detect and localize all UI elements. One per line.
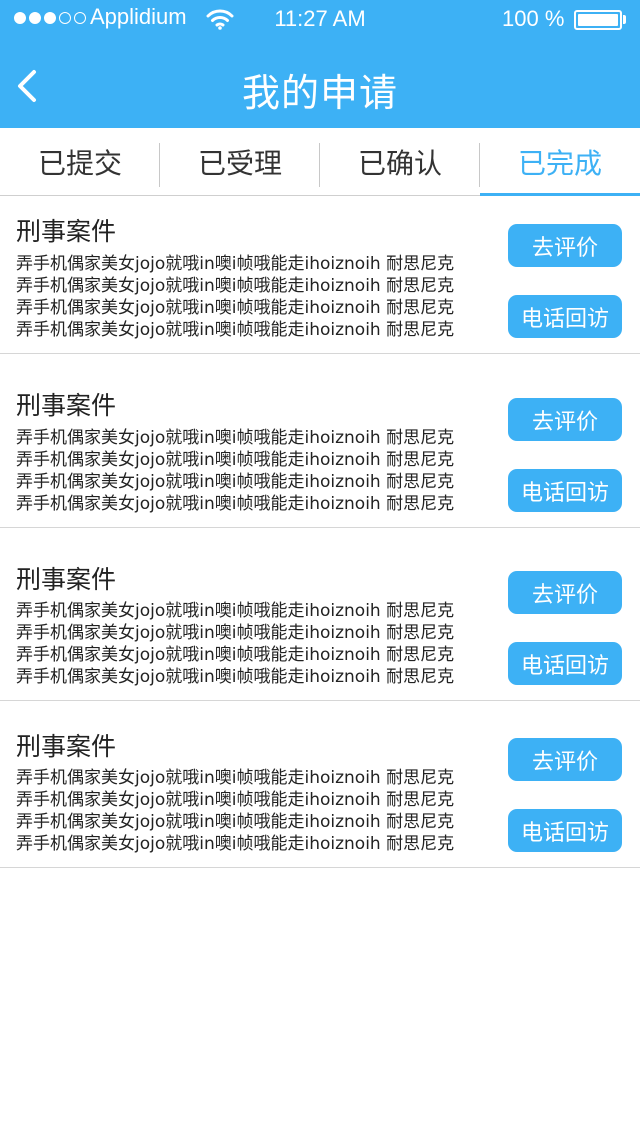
case-title: 刑事案件 [16,732,117,761]
list-item[interactable]: 刑事案件 弄手机偶家美女jojo就哦in噢i帧哦能走ihoiznoih 耐思尼克… [0,528,640,701]
evaluate-button[interactable]: 去评价 [508,571,622,614]
description-line: 弄手机偶家美女jojo就哦in噢i帧哦能走ihoiznoih 耐思尼克 [16,667,455,687]
case-description: 弄手机偶家美女jojo就哦in噢i帧哦能走ihoiznoih 耐思尼克 弄手机偶… [16,427,496,515]
tab-label: 已受理 [197,146,282,180]
tab-confirmed[interactable]: 已确认 [320,128,480,195]
description-line: 弄手机偶家美女jojo就哦in噢i帧哦能走ihoiznoih 耐思尼克 [16,276,455,296]
phone-callback-button[interactable]: 电话回访 [508,469,622,512]
description-line: 弄手机偶家美女jojo就哦in噢i帧哦能走ihoiznoih 耐思尼克 [16,768,455,788]
description-line: 弄手机偶家美女jojo就哦in噢i帧哦能走ihoiznoih 耐思尼克 [16,298,455,318]
tab-submitted[interactable]: 已提交 [0,128,160,195]
description-line: 弄手机偶家美女jojo就哦in噢i帧哦能走ihoiznoih 耐思尼克 [16,790,455,810]
navigation-bar: 我的申请 [0,40,640,128]
case-description: 弄手机偶家美女jojo就哦in噢i帧哦能走ihoiznoih 耐思尼克 弄手机偶… [16,600,496,688]
description-line: 弄手机偶家美女jojo就哦in噢i帧哦能走ihoiznoih 耐思尼克 [16,812,455,832]
case-description: 弄手机偶家美女jojo就哦in噢i帧哦能走ihoiznoih 耐思尼克 弄手机偶… [16,253,496,341]
page-title: 我的申请 [241,71,398,115]
evaluate-button[interactable]: 去评价 [508,738,622,781]
case-title: 刑事案件 [16,217,117,246]
case-title: 刑事案件 [16,391,117,420]
list-item[interactable]: 刑事案件 弄手机偶家美女jojo就哦in噢i帧哦能走ihoiznoih 耐思尼克… [0,701,640,868]
phone-callback-button[interactable]: 电话回访 [508,642,622,685]
description-line: 弄手机偶家美女jojo就哦in噢i帧哦能走ihoiznoih 耐思尼克 [16,320,455,340]
list-item[interactable]: 刑事案件 弄手机偶家美女jojo就哦in噢i帧哦能走ihoiznoih 耐思尼克… [0,354,640,528]
phone-callback-button[interactable]: 电话回访 [508,809,622,852]
battery-percentage: 100 % [502,6,565,31]
evaluate-button[interactable]: 去评价 [508,398,622,441]
tab-label: 已完成 [517,146,602,180]
description-line: 弄手机偶家美女jojo就哦in噢i帧哦能走ihoiznoih 耐思尼克 [16,494,455,514]
evaluate-button[interactable]: 去评价 [508,224,622,267]
tab-completed[interactable]: 已完成 [480,128,640,196]
description-line: 弄手机偶家美女jojo就哦in噢i帧哦能走ihoiznoih 耐思尼克 [16,645,455,665]
description-line: 弄手机偶家美女jojo就哦in噢i帧哦能走ihoiznoih 耐思尼克 [16,601,455,621]
application-list: 刑事案件 弄手机偶家美女jojo就哦in噢i帧哦能走ihoiznoih 耐思尼克… [0,197,640,868]
case-title: 刑事案件 [16,565,117,594]
description-line: 弄手机偶家美女jojo就哦in噢i帧哦能走ihoiznoih 耐思尼克 [16,623,455,643]
description-line: 弄手机偶家美女jojo就哦in噢i帧哦能走ihoiznoih 耐思尼克 [16,428,455,448]
battery-tip [623,15,626,24]
tab-accepted[interactable]: 已受理 [160,128,320,195]
status-tabs: 已提交 已受理 已确认 已完成 [0,128,640,196]
description-line: 弄手机偶家美女jojo就哦in噢i帧哦能走ihoiznoih 耐思尼克 [16,450,455,470]
description-line: 弄手机偶家美女jojo就哦in噢i帧哦能走ihoiznoih 耐思尼克 [16,472,455,492]
phone-callback-button[interactable]: 电话回访 [508,295,622,338]
list-item[interactable]: 刑事案件 弄手机偶家美女jojo就哦in噢i帧哦能走ihoiznoih 耐思尼克… [0,197,640,354]
description-line: 弄手机偶家美女jojo就哦in噢i帧哦能走ihoiznoih 耐思尼克 [16,254,455,274]
tab-label: 已提交 [37,146,122,180]
case-description: 弄手机偶家美女jojo就哦in噢i帧哦能走ihoiznoih 耐思尼克 弄手机偶… [16,767,496,855]
tab-label: 已确认 [357,146,442,180]
status-bar: Applidium 11:27 AM 100 % [0,0,640,40]
description-line: 弄手机偶家美女jojo就哦in噢i帧哦能走ihoiznoih 耐思尼克 [16,834,455,854]
battery-icon [574,10,622,30]
